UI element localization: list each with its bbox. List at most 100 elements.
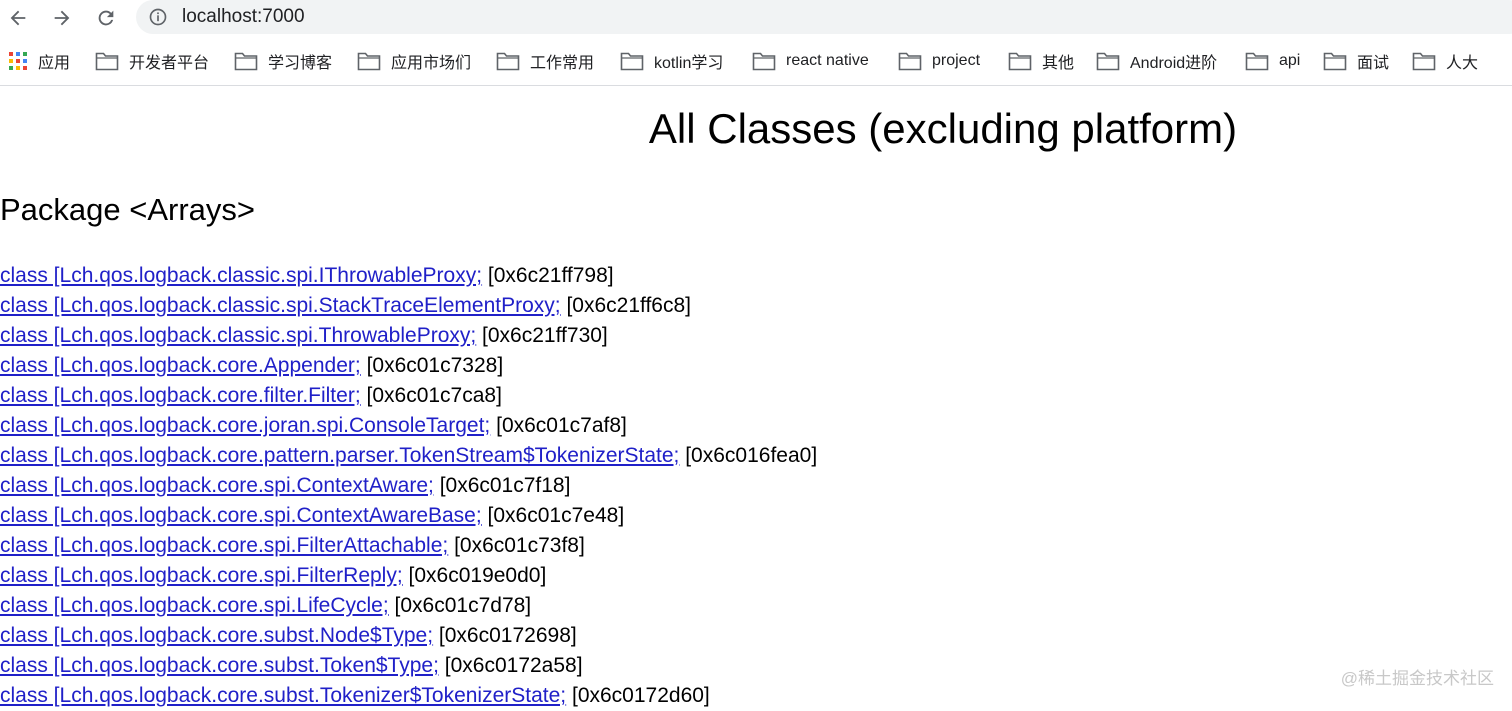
bookmark-label: 其他 <box>1042 55 1075 72</box>
bookmark-folder[interactable]: 面试 <box>1323 48 1389 74</box>
bookmark-label: 学习博客 <box>268 55 333 72</box>
class-link[interactable]: class [Lch.qos.logback.core.spi.ContextA… <box>0 474 434 497</box>
folder-icon <box>752 52 776 71</box>
class-address: [0x6c21ff6c8] <box>566 294 692 317</box>
class-link[interactable]: class [Lch.qos.logback.core.spi.FilterAt… <box>0 534 448 557</box>
reload-button[interactable] <box>92 4 120 32</box>
class-link[interactable]: class [Lch.qos.logback.core.joran.spi.Co… <box>0 414 490 437</box>
class-row: class [Lch.qos.logback.classic.spi.Throw… <box>0 321 817 351</box>
class-address: [0x6c0172698] <box>438 624 577 647</box>
bookmark-apps[interactable]: 应用 <box>8 48 70 74</box>
class-address: [0x6c01c7f18] <box>439 474 571 497</box>
bookmark-folder[interactable]: 应用市场们 <box>357 48 471 74</box>
bookmark-folder[interactable]: 工作常用 <box>496 48 594 74</box>
class-row: class [Lch.qos.logback.core.spi.FilterAt… <box>0 531 817 561</box>
class-link[interactable]: class [Lch.qos.logback.classic.spi.IThro… <box>0 264 482 287</box>
bookmark-folder[interactable]: 人大 <box>1412 48 1478 74</box>
class-row: class [Lch.qos.logback.classic.spi.IThro… <box>0 261 817 291</box>
class-address: [0x6c21ff730] <box>482 324 608 347</box>
browser-toolbar: localhost:7000 <box>0 0 1512 36</box>
class-address: [0x6c019e0d0] <box>408 564 547 587</box>
class-row: class [Lch.qos.logback.core.subst.Node$T… <box>0 621 817 651</box>
class-link[interactable]: class [Lch.qos.logback.core.pattern.pars… <box>0 444 679 467</box>
folder-icon <box>357 52 381 71</box>
arrow-right-icon <box>54 10 70 26</box>
watermark: @稀土掘金技术社区 <box>1340 669 1494 688</box>
class-address: [0x6c01c7ca8] <box>366 384 502 407</box>
class-row: class [Lch.qos.logback.core.spi.ContextA… <box>0 471 817 501</box>
reload-icon <box>98 10 114 26</box>
class-link[interactable]: class [Lch.qos.logback.core.spi.LifeCycl… <box>0 594 389 617</box>
class-link[interactable]: class [Lch.qos.logback.classic.spi.Stack… <box>0 294 561 317</box>
bookmark-label: 应用市场们 <box>391 55 472 72</box>
info-icon[interactable] <box>148 7 168 27</box>
class-row: class [Lch.qos.logback.core.spi.ContextA… <box>0 501 817 531</box>
bookmark-folder[interactable]: Android进阶 <box>1096 48 1217 74</box>
page-title: All Classes (excluding platform) <box>648 105 1238 152</box>
folder-icon <box>234 52 258 71</box>
folder-icon <box>898 52 922 71</box>
folder-icon <box>1412 52 1436 71</box>
class-link[interactable]: class [Lch.qos.logback.classic.spi.Throw… <box>0 324 476 347</box>
bookmark-folder[interactable]: api <box>1245 48 1300 74</box>
folder-icon <box>1096 52 1120 71</box>
bookmark-label: react native <box>786 52 869 69</box>
class-address: [0x6c01c73f8] <box>454 534 585 557</box>
class-row: class [Lch.qos.logback.classic.spi.Stack… <box>0 291 817 321</box>
class-address: [0x6c01c7e48] <box>487 504 625 527</box>
class-address: [0x6c01c7328] <box>366 354 504 377</box>
class-row: class [Lch.qos.logback.core.joran.spi.Co… <box>0 411 817 441</box>
folder-icon <box>620 52 644 71</box>
url-text[interactable]: localhost:7000 <box>182 7 305 27</box>
bookmark-folder[interactable]: 学习博客 <box>234 48 332 74</box>
apps-grid-icon <box>9 52 27 70</box>
bookmark-label: 应用 <box>38 55 71 72</box>
class-row: class [Lch.qos.logback.core.filter.Filte… <box>0 381 817 411</box>
folder-icon <box>1008 52 1032 71</box>
class-row: class [Lch.qos.logback.core.subst.Token$… <box>0 651 817 681</box>
class-link[interactable]: class [Lch.qos.logback.core.Appender; <box>0 354 361 377</box>
class-link[interactable]: class [Lch.qos.logback.core.spi.FilterRe… <box>0 564 403 587</box>
class-link[interactable]: class [Lch.qos.logback.core.filter.Filte… <box>0 384 361 407</box>
class-link[interactable]: class [Lch.qos.logback.core.spi.ContextA… <box>0 504 482 527</box>
back-button[interactable] <box>4 4 32 32</box>
bookmark-folder[interactable]: 开发者平台 <box>95 48 209 74</box>
toolbar-divider <box>0 85 1512 86</box>
class-address: [0x6c21ff798] <box>487 264 614 287</box>
bookmark-label: 面试 <box>1357 55 1390 72</box>
folder-icon <box>1245 52 1269 71</box>
bookmark-label: 开发者平台 <box>129 55 210 72</box>
class-address: [0x6c01c7af8] <box>496 414 627 437</box>
class-row: class [Lch.qos.logback.core.subst.Tokeni… <box>0 681 817 711</box>
bookmark-folder[interactable]: react native <box>752 48 869 74</box>
bookmark-label: Android进阶 <box>1130 55 1218 72</box>
bookmark-label: 人大 <box>1446 55 1479 72</box>
class-link[interactable]: class [Lch.qos.logback.core.subst.Node$T… <box>0 624 433 647</box>
folder-icon <box>95 52 119 71</box>
address-bar[interactable]: localhost:7000 <box>136 0 1512 34</box>
bookmarks-bar: 应用 开发者平台 学习博客 应用市场们 工作常用 kotlin学习 react … <box>0 44 1512 78</box>
bookmark-label: 工作常用 <box>530 55 595 72</box>
bookmark-folder[interactable]: kotlin学习 <box>620 48 723 74</box>
class-row: class [Lch.qos.logback.core.spi.FilterRe… <box>0 561 817 591</box>
class-link[interactable]: class [Lch.qos.logback.core.subst.Tokeni… <box>0 684 566 707</box>
arrow-left-icon <box>10 10 26 26</box>
class-row: class [Lch.qos.logback.core.pattern.pars… <box>0 441 817 471</box>
folder-icon <box>496 52 520 71</box>
bookmark-folder[interactable]: 其他 <box>1008 48 1074 74</box>
class-address: [0x6c0172a58] <box>444 654 583 677</box>
class-link[interactable]: class [Lch.qos.logback.core.subst.Token$… <box>0 654 439 677</box>
class-address: [0x6c01c7d78] <box>394 594 532 617</box>
package-heading: Package <Arrays> <box>0 192 256 227</box>
bookmark-folder[interactable]: project <box>898 48 980 74</box>
bookmark-label: kotlin学习 <box>654 55 724 72</box>
class-address: [0x6c0172d60] <box>571 684 710 707</box>
folder-icon <box>1323 52 1347 71</box>
class-row: class [Lch.qos.logback.core.spi.LifeCycl… <box>0 591 817 621</box>
bookmark-label: project <box>932 52 981 69</box>
forward-button[interactable] <box>48 4 76 32</box>
class-list: class [Lch.qos.logback.classic.spi.IThro… <box>0 261 817 711</box>
class-address: [0x6c016fea0] <box>685 444 818 467</box>
class-row: class [Lch.qos.logback.core.Appender; [0… <box>0 351 817 381</box>
bookmark-label: api <box>1279 52 1301 69</box>
